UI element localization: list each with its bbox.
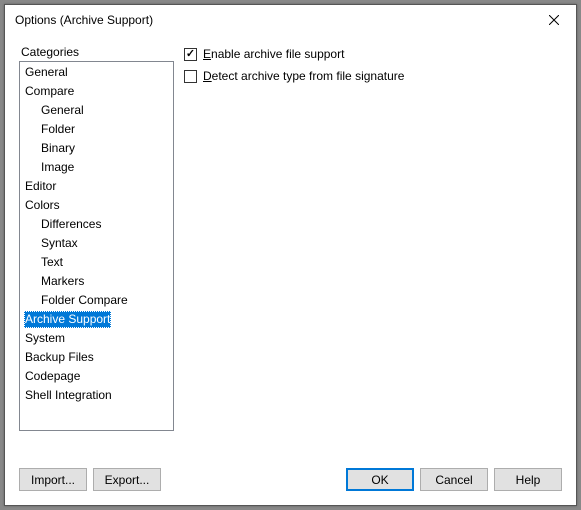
export-button[interactable]: Export... bbox=[93, 468, 161, 491]
close-icon bbox=[549, 15, 559, 25]
tree-item[interactable]: General bbox=[20, 63, 173, 82]
tree-item-label: Shell Integration bbox=[24, 387, 113, 404]
tree-item[interactable]: Compare bbox=[20, 82, 173, 101]
titlebar: Options (Archive Support) bbox=[5, 5, 576, 35]
categories-column: Categories General Compare General Folder Bi… bbox=[19, 45, 174, 456]
enable-archive-label[interactable]: Enable archive file support bbox=[203, 47, 344, 61]
detect-signature-label[interactable]: Detect archive type from file signature bbox=[203, 69, 404, 83]
detect-signature-row[interactable]: Detect archive type from file signature bbox=[184, 69, 562, 83]
tree-item-label: Binary bbox=[40, 140, 76, 157]
tree-item[interactable]: Syntax bbox=[20, 234, 173, 253]
tree-item[interactable]: Codepage bbox=[20, 367, 173, 386]
tree-item-label: Compare bbox=[24, 83, 75, 100]
tree-item[interactable]: Editor bbox=[20, 177, 173, 196]
enable-archive-row[interactable]: Enable archive file support bbox=[184, 47, 562, 61]
tree-item[interactable]: Folder Compare bbox=[20, 291, 173, 310]
ok-button[interactable]: OK bbox=[346, 468, 414, 491]
categories-tree[interactable]: General Compare General Folder Binary Image Ed… bbox=[19, 61, 174, 431]
tree-item-label: Backup Files bbox=[24, 349, 95, 366]
tree-item[interactable]: Shell Integration bbox=[20, 386, 173, 405]
detect-signature-checkbox[interactable] bbox=[184, 70, 197, 83]
tree-item[interactable]: General bbox=[20, 101, 173, 120]
tree-item-label: Folder bbox=[40, 121, 76, 138]
tree-item[interactable]: Image bbox=[20, 158, 173, 177]
tree-item[interactable]: Folder bbox=[20, 120, 173, 139]
close-button[interactable] bbox=[531, 5, 576, 35]
tree-item[interactable]: Archive Support bbox=[20, 310, 173, 329]
tree-item-label: Syntax bbox=[40, 235, 79, 252]
tree-item-label: General bbox=[24, 64, 69, 81]
tree-item-label: Editor bbox=[24, 178, 57, 195]
tree-item-label: Codepage bbox=[24, 368, 81, 385]
tree-item-label: Image bbox=[40, 159, 75, 176]
window-title: Options (Archive Support) bbox=[15, 13, 153, 27]
enable-archive-checkbox[interactable] bbox=[184, 48, 197, 61]
tree-item[interactable]: Differences bbox=[20, 215, 173, 234]
tree-item-label: Differences bbox=[40, 216, 102, 233]
tree-item-label: System bbox=[24, 330, 66, 347]
tree-item[interactable]: System bbox=[20, 329, 173, 348]
tree-item-label: General bbox=[40, 102, 85, 119]
tree-item-label: Text bbox=[40, 254, 64, 271]
tree-item-label: Archive Support bbox=[24, 311, 111, 328]
dialog-content: Categories General Compare General Folder Bi… bbox=[5, 35, 576, 456]
categories-label: Categories bbox=[19, 45, 174, 59]
tree-item-label: Colors bbox=[24, 197, 61, 214]
tree-item-label: Folder Compare bbox=[40, 292, 129, 309]
cancel-button[interactable]: Cancel bbox=[420, 468, 488, 491]
tree-item[interactable]: Colors bbox=[20, 196, 173, 215]
tree-item[interactable]: Binary bbox=[20, 139, 173, 158]
button-bar: Import... Export... OK Cancel Help bbox=[5, 456, 576, 505]
tree-item[interactable]: Text bbox=[20, 253, 173, 272]
tree-item-label: Markers bbox=[40, 273, 85, 290]
tree-item[interactable]: Markers bbox=[20, 272, 173, 291]
options-panel: Enable archive file support Detect archi… bbox=[184, 45, 562, 456]
tree-item[interactable]: Backup Files bbox=[20, 348, 173, 367]
help-button[interactable]: Help bbox=[494, 468, 562, 491]
import-button[interactable]: Import... bbox=[19, 468, 87, 491]
options-dialog: Options (Archive Support) Categories Gen… bbox=[4, 4, 577, 506]
